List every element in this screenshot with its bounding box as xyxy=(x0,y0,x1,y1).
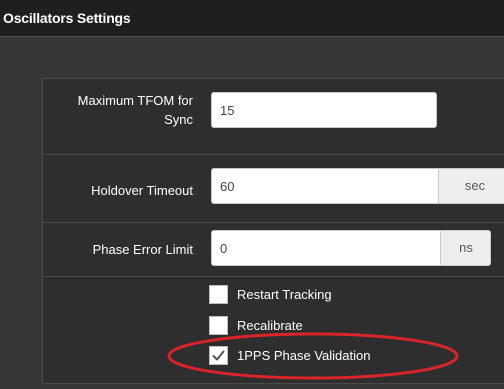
max-tfom-label: Maximum TFOM for Sync xyxy=(77,93,193,127)
holdover-timeout-field: sec xyxy=(211,168,504,204)
pps-phase-validation-checkbox[interactable] xyxy=(209,346,228,365)
holdover-timeout-unit: sec xyxy=(438,169,504,203)
phase-error-limit-row: Phase Error Limit ns xyxy=(43,223,504,277)
max-tfom-input[interactable] xyxy=(212,93,436,127)
check-icon xyxy=(212,350,225,361)
title-bar: Oscillators Settings xyxy=(0,0,504,37)
recalibrate-label[interactable]: Recalibrate xyxy=(237,318,303,333)
max-tfom-row: Maximum TFOM for Sync xyxy=(43,79,504,155)
holdover-timeout-row: Holdover Timeout sec xyxy=(43,155,504,223)
phase-error-limit-unit: ns xyxy=(440,231,490,265)
max-tfom-field xyxy=(211,92,437,128)
phase-error-limit-field: ns xyxy=(211,230,491,266)
oscillators-settings-window: Oscillators Settings Maximum TFOM for Sy… xyxy=(0,0,504,389)
recalibrate-checkbox[interactable] xyxy=(209,316,228,335)
restart-tracking-checkbox[interactable] xyxy=(209,285,228,304)
holdover-timeout-input[interactable] xyxy=(212,169,438,203)
restart-tracking-label[interactable]: Restart Tracking xyxy=(237,287,332,302)
options-row: Restart Tracking Recalibrate 1PPS Phase … xyxy=(43,277,504,385)
holdover-timeout-label: Holdover Timeout xyxy=(91,183,193,198)
pps-phase-validation-label[interactable]: 1PPS Phase Validation xyxy=(237,348,370,363)
phase-error-limit-label: Phase Error Limit xyxy=(92,242,193,257)
settings-panel: Maximum TFOM for Sync Holdover Timeout s… xyxy=(42,78,504,384)
phase-error-limit-input[interactable] xyxy=(212,231,440,265)
window-title: Oscillators Settings xyxy=(3,10,131,26)
